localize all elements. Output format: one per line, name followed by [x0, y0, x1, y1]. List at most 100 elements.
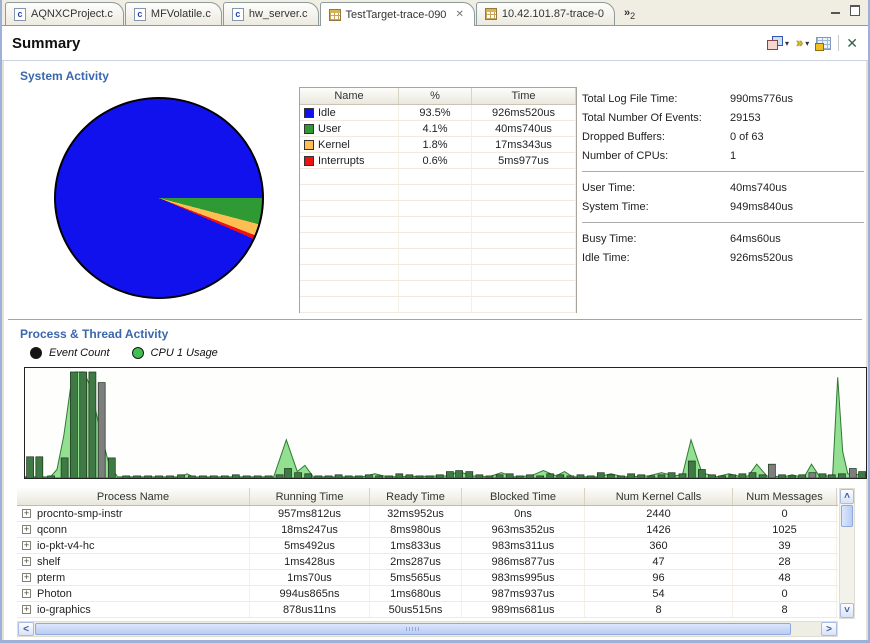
table-row[interactable]: + Photon 994us865ns 1ms680us 987ms937us 54 0 — [17, 586, 838, 602]
event-count-bar — [107, 457, 116, 478]
event-count-bar — [627, 473, 635, 478]
empty-cell — [399, 217, 472, 232]
empty-cell — [399, 297, 472, 312]
panes-icon — [767, 36, 783, 50]
process-name: procnto-smp-instr — [37, 507, 123, 520]
vertical-scroll-thumb[interactable] — [841, 505, 853, 527]
expand-plus-icon[interactable]: + — [22, 541, 31, 550]
vertical-scroll-track[interactable] — [840, 528, 854, 603]
chevron-down-icon: ▾ — [805, 38, 810, 48]
name-cell: Interrupts — [300, 153, 399, 168]
empty-row — [300, 185, 576, 201]
empty-row — [300, 169, 576, 185]
table-row[interactable]: Kernel 1.8% 17ms343us — [300, 137, 576, 153]
table-row[interactable]: + procnto-smp-instr 957ms812us 32ms952us 0ns… — [17, 506, 838, 522]
table-row[interactable]: Idle 93.5% 926ms520us — [300, 105, 576, 121]
horizontal-scroll-track[interactable] — [34, 622, 821, 636]
value-cell: 18ms247us — [250, 522, 370, 537]
stat-value: 40ms740us — [730, 181, 787, 194]
empty-cell — [472, 217, 576, 232]
tab-overflow[interactable]: »2 — [624, 7, 635, 21]
editor-tab[interactable]: TestTarget-trace-090 ✕ — [319, 2, 475, 26]
event-count-bar — [97, 382, 106, 478]
column-header[interactable]: Name — [300, 88, 399, 104]
stat-label: System Time: — [582, 200, 649, 213]
column-header[interactable]: % — [399, 88, 472, 104]
horizontal-scrollbar[interactable]: ˂ ˃ — [17, 621, 838, 637]
editor-tab[interactable]: 10.42.101.87-trace-0 — [475, 2, 615, 25]
value-cell: 1426 — [585, 522, 733, 537]
empty-cell — [399, 185, 472, 200]
column-header[interactable]: Time — [472, 88, 576, 104]
table-row[interactable]: + io-graphics 878us11ns 50us515ns 989ms681us… — [17, 602, 838, 618]
column-header[interactable]: Num Kernel Calls — [585, 488, 733, 505]
legend-dot-icon — [131, 347, 144, 359]
double-arrow-icon: » — [796, 35, 804, 50]
close-tab-icon[interactable]: ✕ — [455, 9, 463, 20]
column-header[interactable]: Process Name — [17, 488, 250, 505]
table-row[interactable]: + pterm 1ms70us 5ms565us 983ms995us 96 48 — [17, 570, 838, 586]
stat-row: System Time: 949ms840us — [582, 197, 864, 216]
stat-row: Dropped Buffers: 0 of 63 — [582, 127, 864, 146]
color-swatch — [304, 107, 314, 118]
table-row[interactable]: User 4.1% 40ms740us — [300, 121, 576, 137]
system-activity-title: System Activity — [20, 69, 109, 83]
expand-plus-icon[interactable]: + — [22, 573, 31, 582]
vertical-scrollbar[interactable]: ˄ ˅ — [839, 488, 855, 619]
table-row[interactable]: + shelf 1ms428us 2ms287us 986ms877us 47 28 — [17, 554, 838, 570]
stat-label: Number of CPUs: — [582, 149, 669, 162]
scroll-down-button[interactable]: ˅ — [840, 603, 854, 618]
editor-tab[interactable]: c hw_server.c — [222, 2, 319, 25]
table-row[interactable]: + io-pkt-v4-hc 5ms492us 1ms833us 983ms311us 3… — [17, 538, 838, 554]
horizontal-scroll-thumb[interactable] — [35, 623, 791, 635]
scroll-up-button[interactable]: ˄ — [840, 489, 854, 504]
event-count-bar — [465, 471, 474, 478]
column-header[interactable]: Ready Time — [370, 488, 462, 505]
empty-cell — [300, 233, 399, 248]
expand-plus-icon[interactable]: + — [22, 525, 31, 534]
cpu-usage-table: Name% Time Idle 93.5% 926ms520us User 4.1% 40ms… — [299, 87, 577, 313]
color-swatch — [304, 139, 314, 150]
column-header[interactable]: Num Messages — [733, 488, 837, 505]
time-cell: 40ms740us — [472, 121, 576, 136]
value-cell: 48 — [733, 570, 837, 585]
trace-file-icon — [328, 8, 341, 21]
value-cell: 96 — [585, 570, 733, 585]
value-cell: 54 — [585, 586, 733, 601]
stat-row: User Time: 40ms740us — [582, 178, 864, 197]
maximize-icon[interactable] — [849, 5, 860, 16]
empty-row — [300, 201, 576, 217]
name-cell: Kernel — [300, 137, 399, 152]
value-cell: 878us11ns — [250, 602, 370, 617]
event-count-bar — [546, 473, 555, 478]
column-header[interactable]: Blocked Time — [462, 488, 585, 505]
column-header[interactable]: Running Time — [250, 488, 370, 505]
expand-plus-icon[interactable]: + — [22, 509, 31, 518]
event-count-bar — [26, 456, 34, 478]
table-row[interactable]: + qconn 18ms247us 8ms980us 963ms352us 1426 102… — [17, 522, 838, 538]
process-name: Photon — [37, 587, 72, 600]
scroll-right-button[interactable]: ˃ — [821, 622, 837, 636]
value-cell: 987ms937us — [462, 586, 585, 601]
empty-cell — [399, 249, 472, 264]
close-view-icon[interactable]: ✕ — [846, 36, 858, 50]
expand-plus-icon[interactable]: + — [22, 605, 31, 614]
minimize-icon[interactable] — [830, 5, 841, 15]
value-cell: 2ms287us — [370, 554, 462, 569]
editor-tab[interactable]: c AQNXCProject.c — [5, 2, 124, 25]
table-row[interactable]: Interrupts 0.6% 5ms977us — [300, 153, 576, 169]
empty-cell — [472, 265, 576, 280]
expand-plus-icon[interactable]: + — [22, 589, 31, 598]
percent-cell: 93.5% — [399, 105, 472, 120]
scroll-left-button[interactable]: ˂ — [18, 622, 34, 636]
expand-plus-icon[interactable]: + — [22, 557, 31, 566]
lock-table-button[interactable] — [815, 36, 832, 51]
empty-cell — [300, 185, 399, 200]
switch-pane-button[interactable]: ▾ — [767, 36, 789, 50]
event-count-bar — [838, 473, 846, 478]
time-cell: 5ms977us — [472, 153, 576, 168]
editor-tab[interactable]: c MFVolatile.c — [124, 2, 222, 25]
empty-cell — [300, 297, 399, 312]
section-separator — [8, 319, 862, 320]
navigate-trace-button[interactable]: » ▾ — [796, 35, 810, 50]
